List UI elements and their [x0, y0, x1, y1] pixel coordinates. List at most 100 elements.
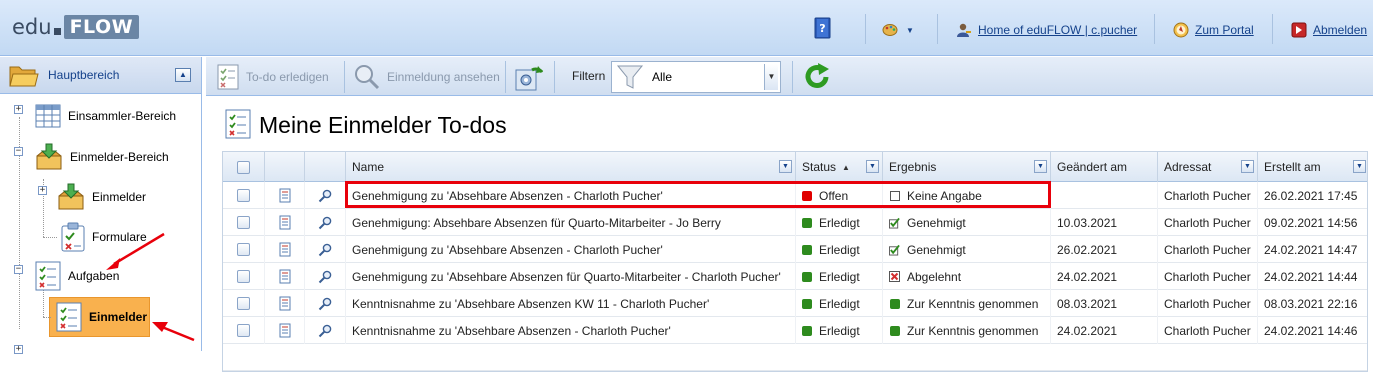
- sidebar-item-aufgaben-einmelder[interactable]: Einmelder: [55, 299, 147, 335]
- logout-link[interactable]: Abmelden: [1313, 23, 1367, 37]
- header-status[interactable]: Status ▲ ▼: [796, 152, 883, 182]
- row-select-cell[interactable]: [223, 263, 265, 290]
- table-row[interactable]: Genehmigung zu 'Absehbare Absenzen - Cha…: [223, 236, 1367, 263]
- magnifier-icon[interactable]: [318, 270, 332, 284]
- chevron-down-icon[interactable]: ▼: [1034, 160, 1047, 173]
- header-geaendert[interactable]: Geändert am: [1051, 152, 1158, 182]
- document-icon: [279, 296, 290, 311]
- row-name: Genehmigung zu 'Absehbare Absenzen - Cha…: [352, 242, 663, 257]
- magnifier-icon[interactable]: [318, 324, 332, 338]
- row-geaendert: 24.02.2021: [1057, 269, 1118, 284]
- row-name-cell: Genehmigung zu 'Absehbare Absenzen - Cha…: [346, 236, 796, 263]
- row-view-cell[interactable]: [305, 182, 346, 209]
- home-link[interactable]: Home of eduFLOW | c.pucher: [978, 23, 1137, 37]
- header-select-all[interactable]: [223, 152, 265, 182]
- theme-button[interactable]: ▼: [882, 20, 914, 40]
- sidebar-item-einmelder-bereich[interactable]: Einmelder-Bereich: [34, 139, 169, 175]
- table-row[interactable]: Kenntnisnahme zu 'Absehbare Absenzen KW …: [223, 290, 1367, 317]
- row-select-cell[interactable]: [223, 317, 265, 344]
- row-view-cell[interactable]: [305, 236, 346, 263]
- row-status: Erledigt: [819, 242, 860, 257]
- row-checkbox[interactable]: [237, 189, 250, 202]
- table-row[interactable]: Genehmigung: Absehbare Absenzen für Quar…: [223, 209, 1367, 236]
- header-name[interactable]: Name ▼: [346, 152, 796, 182]
- table-row[interactable]: Genehmigung zu 'Absehbare Absenzen für Q…: [223, 263, 1367, 290]
- chevron-down-icon[interactable]: ▼: [866, 160, 879, 173]
- header-geaendert-label: Geändert am: [1057, 160, 1128, 174]
- row-document-cell[interactable]: [265, 182, 305, 209]
- row-adressat-cell: Charloth Pucher: [1158, 236, 1258, 263]
- expand-toggle[interactable]: +: [14, 345, 23, 354]
- row-erstellt-cell: 09.02.2021 14:56: [1258, 209, 1369, 236]
- row-checkbox[interactable]: [237, 270, 250, 283]
- header-adressat[interactable]: Adressat ▼: [1158, 152, 1258, 182]
- row-geaendert: 26.02.2021: [1057, 242, 1118, 257]
- sidebar-item-label: Einmelder-Bereich: [70, 150, 169, 164]
- magnifier-icon[interactable]: [318, 297, 332, 311]
- portal-link-item[interactable]: Zum Portal: [1173, 20, 1254, 40]
- row-select-cell[interactable]: [223, 182, 265, 209]
- row-status-cell: Erledigt: [796, 263, 883, 290]
- filter-select[interactable]: Alle ▼: [611, 61, 781, 93]
- annotation-arrow: [152, 322, 195, 342]
- expand-toggle[interactable]: +: [38, 186, 47, 195]
- row-document-cell[interactable]: [265, 290, 305, 317]
- todo-done-button[interactable]: To-do erledigen: [216, 62, 329, 92]
- magnifier-icon[interactable]: [318, 243, 332, 257]
- header-ergebnis[interactable]: Ergebnis ▼: [883, 152, 1051, 182]
- home-link-item[interactable]: Home of eduFLOW | c.pucher: [956, 20, 1137, 40]
- chevron-down-icon[interactable]: ▼: [1353, 160, 1366, 173]
- magnifier-icon[interactable]: [318, 189, 332, 203]
- row-geaendert-cell: 08.03.2021: [1051, 290, 1158, 317]
- select-all-checkbox[interactable]: [237, 160, 250, 174]
- settings-refresh-button[interactable]: [514, 62, 544, 92]
- row-document-cell[interactable]: [265, 263, 305, 290]
- row-adressat: Charloth Pucher: [1164, 269, 1251, 284]
- chevron-down-icon[interactable]: ▼: [1241, 160, 1254, 173]
- row-view-cell[interactable]: [305, 209, 346, 236]
- row-checkbox[interactable]: [237, 324, 250, 337]
- row-checkbox[interactable]: [237, 216, 250, 229]
- expand-toggle[interactable]: −: [14, 265, 23, 274]
- refresh-icon: [805, 63, 829, 88]
- row-document-cell[interactable]: [265, 317, 305, 344]
- chevron-down-icon[interactable]: ▼: [779, 160, 792, 173]
- logout-link-item[interactable]: Abmelden: [1291, 20, 1367, 40]
- row-select-cell[interactable]: [223, 290, 265, 317]
- row-view-cell[interactable]: [305, 263, 346, 290]
- expand-toggle[interactable]: +: [14, 105, 23, 114]
- row-status: Erledigt: [819, 296, 860, 311]
- svg-text:?: ?: [819, 22, 825, 35]
- row-status: Erledigt: [819, 269, 860, 284]
- help-button[interactable]: ?: [814, 17, 832, 39]
- chevron-down-icon[interactable]: ▼: [764, 64, 778, 90]
- portal-link[interactable]: Zum Portal: [1195, 23, 1254, 37]
- sidebar-item-label: Einsammler-Bereich: [68, 109, 177, 123]
- row-checkbox[interactable]: [237, 243, 250, 256]
- magnifier-icon[interactable]: [318, 216, 332, 230]
- row-document-cell[interactable]: [265, 236, 305, 263]
- sidebar-title: Hauptbereich: [48, 68, 120, 82]
- row-status: Erledigt: [819, 323, 860, 338]
- filter-label: Filtern: [572, 69, 606, 83]
- expand-toggle[interactable]: −: [14, 147, 23, 156]
- table-row[interactable]: Kenntnisnahme zu 'Absehbare Absenzen - C…: [223, 317, 1367, 344]
- document-icon: [279, 323, 290, 338]
- refresh-button[interactable]: [802, 62, 832, 92]
- view-report-button[interactable]: Einmeldung ansehen: [353, 62, 500, 92]
- table-row[interactable]: [223, 344, 1367, 371]
- header-erstellt[interactable]: Erstellt am ▼: [1258, 152, 1369, 182]
- row-select-cell[interactable]: [223, 209, 265, 236]
- row-checkbox[interactable]: [237, 297, 250, 310]
- sidebar-item-einsammler-bereich[interactable]: Einsammler-Bereich: [34, 99, 176, 133]
- table-icon: [35, 104, 61, 128]
- row-view-cell[interactable]: [305, 290, 346, 317]
- row-select-cell[interactable]: [223, 236, 265, 263]
- todo-list-icon: [217, 64, 239, 90]
- header-action-col: [305, 152, 346, 182]
- row-document-cell[interactable]: [265, 209, 305, 236]
- status-indicator-icon: [802, 298, 812, 309]
- sidebar-item-einmelder[interactable]: Einmelder: [56, 179, 146, 215]
- row-view-cell[interactable]: [305, 317, 346, 344]
- collapse-button[interactable]: ▲: [175, 68, 191, 82]
